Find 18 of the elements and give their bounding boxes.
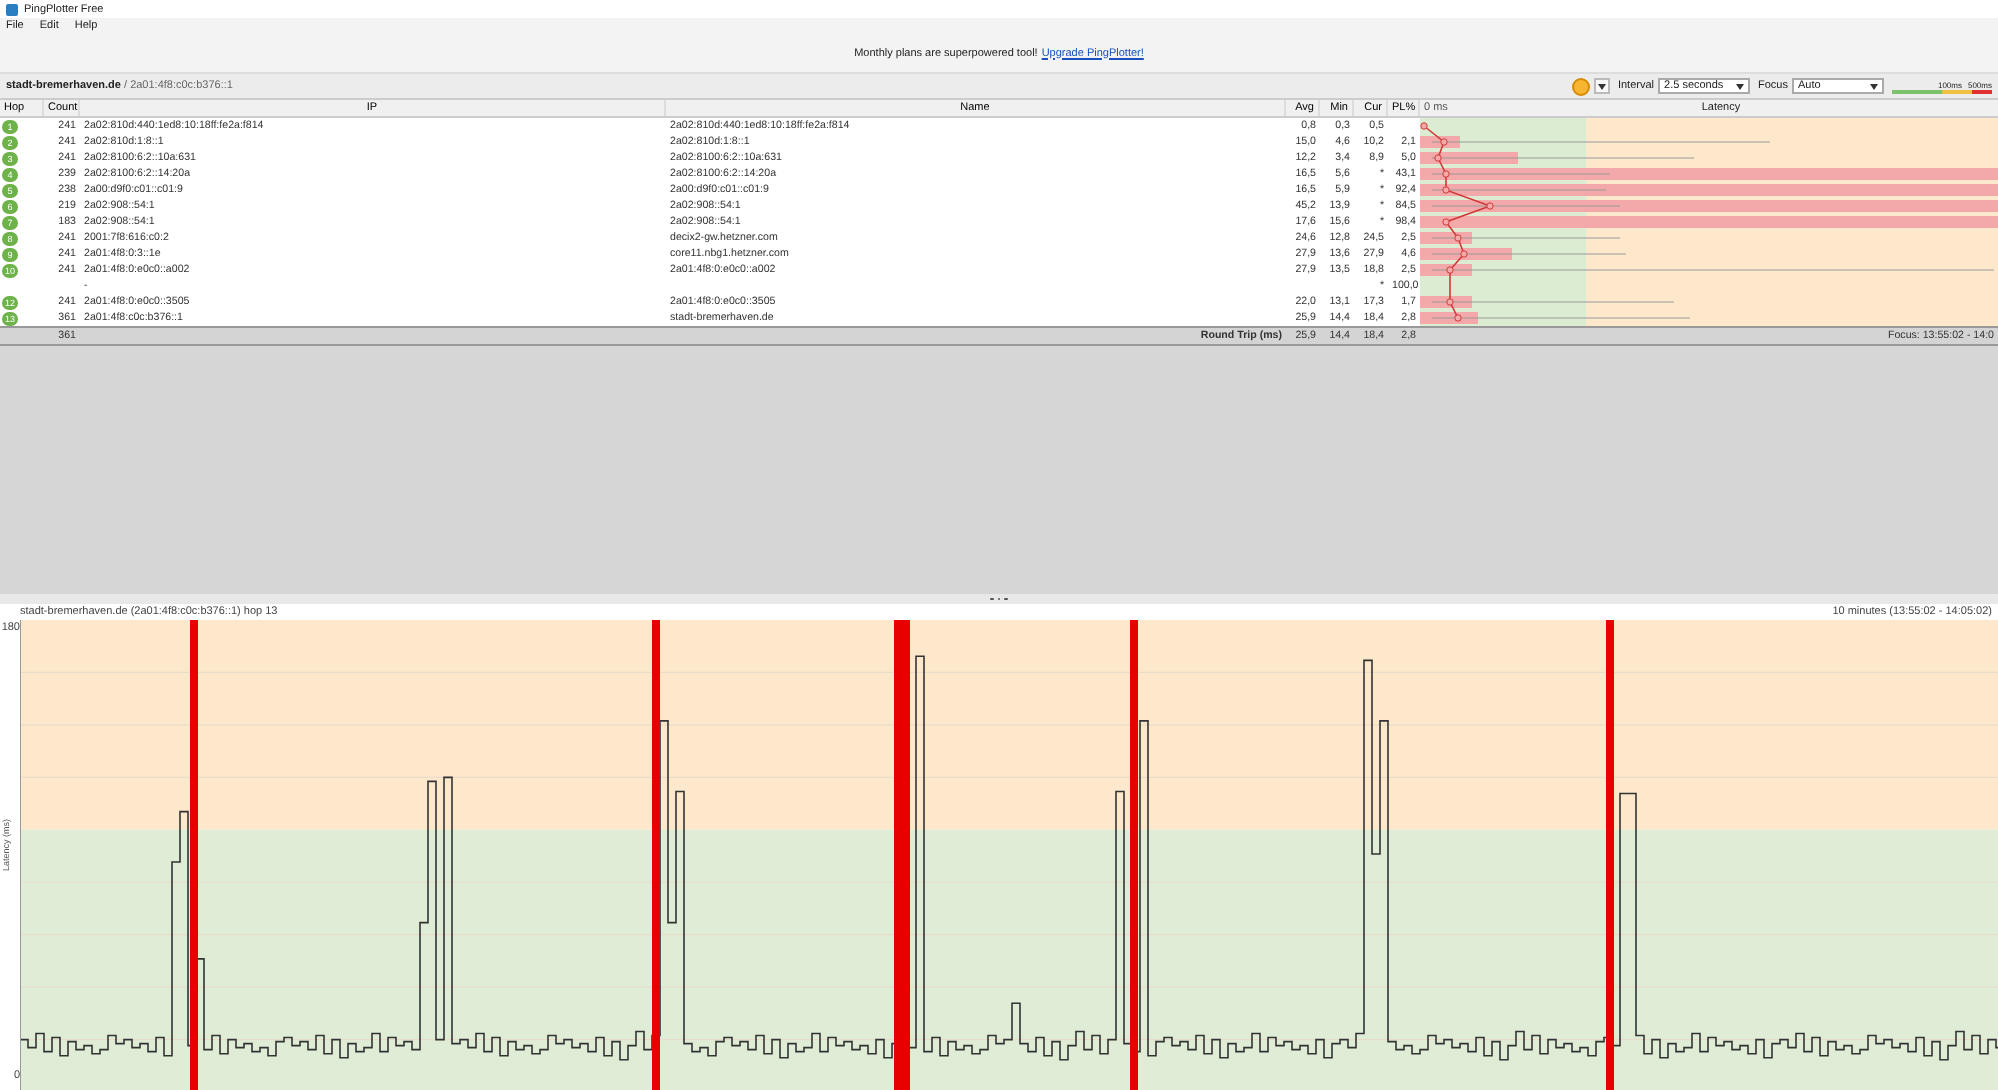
average-marker [1454,314,1462,322]
average-marker [1446,266,1454,274]
average-marker [1486,202,1494,210]
caret-icon [1736,83,1745,89]
average-marker [1442,218,1450,226]
average-marker [1442,186,1450,194]
dropdown-button[interactable] [1593,78,1610,94]
average-marker [1460,250,1468,258]
average-marker [1434,154,1442,162]
average-marker [1442,170,1450,178]
average-marker [1454,234,1462,242]
average-marker [1446,298,1454,306]
caret-icon [1597,83,1606,89]
splitter-handle[interactable] [0,594,1998,604]
caret-icon [1870,83,1878,89]
app-icon [6,3,18,15]
average-marker [1420,122,1428,130]
average-marker [1440,138,1448,146]
